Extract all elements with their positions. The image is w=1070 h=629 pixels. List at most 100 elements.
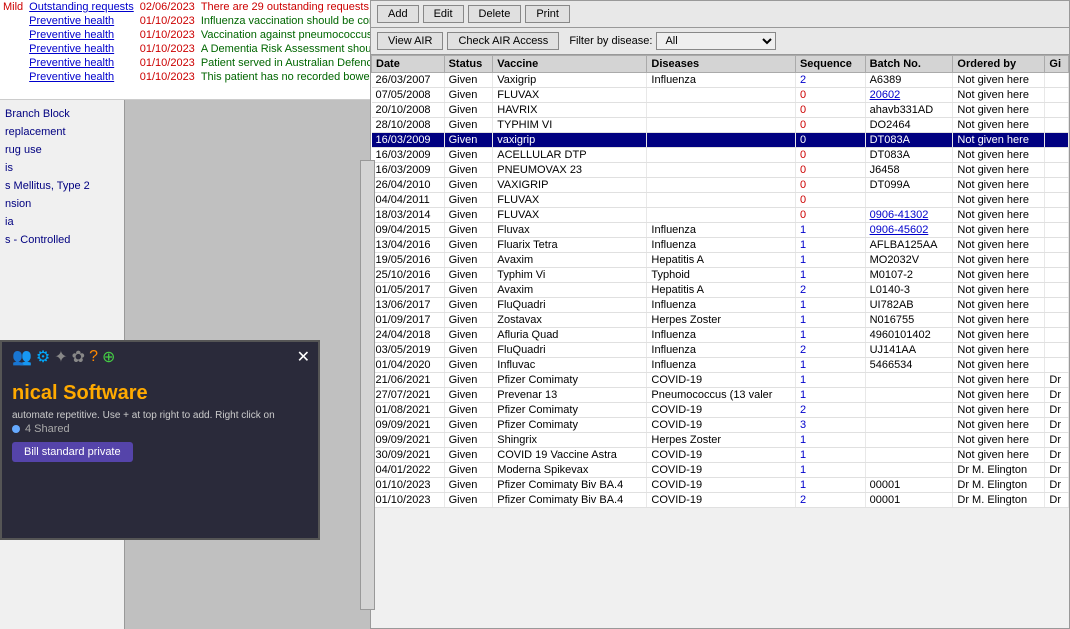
alert-type[interactable]: Preventive health xyxy=(26,42,137,56)
col-header-sequence[interactable]: Sequence xyxy=(795,56,865,73)
vaccine-row[interactable]: 26/04/2010 Given VAXIGRIP 0 DT099A Not g… xyxy=(372,178,1069,193)
vaccine-batch: AFLBA125AA xyxy=(865,238,953,253)
vaccine-row[interactable]: 09/04/2015 Given Fluvax Influenza 1 0906… xyxy=(372,223,1069,238)
vaccine-row[interactable]: 24/04/2018 Given Afluria Quad Influenza … xyxy=(372,328,1069,343)
vaccine-sequence: 2 xyxy=(795,403,865,418)
vaccine-status: Given xyxy=(444,283,493,298)
col-header-status[interactable]: Status xyxy=(444,56,493,73)
vaccine-row[interactable]: 01/05/2017 Given Avaxim Hepatitis A 2 L0… xyxy=(372,283,1069,298)
alert-type[interactable]: Preventive health xyxy=(26,70,137,84)
vaccine-row[interactable]: 01/09/2017 Given Zostavax Herpes Zoster … xyxy=(372,313,1069,328)
vaccine-row[interactable]: 13/06/2017 Given FluQuadri Influenza 1 U… xyxy=(372,298,1069,313)
vaccine-date: 04/04/2011 xyxy=(372,193,445,208)
close-icon[interactable]: ✕ xyxy=(297,347,310,367)
vaccine-row[interactable]: 27/07/2021 Given Prevenar 13 Pneumococcu… xyxy=(372,388,1069,403)
vaccine-sequence: 0 xyxy=(795,103,865,118)
vaccine-batch: N016755 xyxy=(865,313,953,328)
vaccine-gi xyxy=(1045,343,1069,358)
vaccine-row[interactable]: 01/10/2023 Given Pfizer Comimaty Biv BA.… xyxy=(372,493,1069,508)
sidebar-item-0[interactable]: Branch Block xyxy=(0,105,124,123)
vaccine-row[interactable]: 19/05/2016 Given Avaxim Hepatitis A 1 MO… xyxy=(372,253,1069,268)
vaccine-sequence: 1 xyxy=(795,238,865,253)
vaccine-name: Typhim Vi xyxy=(493,268,647,283)
vaccine-row[interactable]: 21/06/2021 Given Pfizer Comimaty COVID-1… xyxy=(372,373,1069,388)
alert-type[interactable]: Preventive health xyxy=(26,28,137,42)
vaccine-row[interactable]: 20/10/2008 Given HAVRIX 0 ahavb331AD Not… xyxy=(372,103,1069,118)
vaccine-row[interactable]: 25/10/2016 Given Typhim Vi Typhoid 1 M01… xyxy=(372,268,1069,283)
sidebar-item-1[interactable]: replacement xyxy=(0,123,124,141)
vertical-scrollbar[interactable] xyxy=(360,160,375,610)
vaccine-row[interactable]: 13/04/2016 Given Fluarix Tetra Influenza… xyxy=(372,238,1069,253)
vaccine-date: 03/05/2019 xyxy=(372,343,445,358)
vaccine-name: FluQuadri xyxy=(493,298,647,313)
vaccine-row[interactable]: 09/09/2021 Given Shingrix Herpes Zoster … xyxy=(372,433,1069,448)
vaccine-batch: DO2464 xyxy=(865,118,953,133)
sidebar-item-4[interactable]: s Mellitus, Type 2 xyxy=(0,177,124,195)
vaccine-diseases: Hepatitis A xyxy=(647,283,796,298)
alert-type[interactable]: Outstanding requests xyxy=(26,0,137,14)
vaccine-table-container[interactable]: DateStatusVaccineDiseasesSequenceBatch N… xyxy=(371,55,1069,616)
vaccine-row[interactable]: 16/03/2009 Given PNEUMOVAX 23 0 J6458 No… xyxy=(372,163,1069,178)
vaccine-diseases: COVID-19 xyxy=(647,373,796,388)
vaccine-date: 20/10/2008 xyxy=(372,103,445,118)
add-button[interactable]: Add xyxy=(377,5,419,23)
vaccine-gi xyxy=(1045,268,1069,283)
check-air-button[interactable]: Check AIR Access xyxy=(447,32,559,50)
vaccine-row[interactable]: 07/05/2008 Given FLUVAX 0 20602 Not give… xyxy=(372,88,1069,103)
vaccine-row[interactable]: 18/03/2014 Given FLUVAX 0 0906-41302 Not… xyxy=(372,208,1069,223)
col-header-date[interactable]: Date xyxy=(372,56,445,73)
vaccine-batch: 4960101402 xyxy=(865,328,953,343)
help-icon[interactable]: ? xyxy=(89,348,98,366)
bill-standard-private-button[interactable]: Bill standard private xyxy=(12,442,133,462)
sidebar-item-3[interactable]: is xyxy=(0,159,124,177)
view-air-button[interactable]: View AIR xyxy=(377,32,443,50)
vaccine-name: Avaxim xyxy=(493,253,647,268)
vaccine-row[interactable]: 01/04/2020 Given Influvac Influenza 1 54… xyxy=(372,358,1069,373)
col-header-batch-no.[interactable]: Batch No. xyxy=(865,56,953,73)
vaccine-status: Given xyxy=(444,133,493,148)
vaccine-gi: Dr xyxy=(1045,448,1069,463)
print-button[interactable]: Print xyxy=(525,5,570,23)
alert-type[interactable]: Preventive health xyxy=(26,14,137,28)
vaccine-diseases: COVID-19 xyxy=(647,493,796,508)
vaccine-row[interactable]: 01/10/2023 Given Pfizer Comimaty Biv BA.… xyxy=(372,478,1069,493)
vaccine-batch: 5466534 xyxy=(865,358,953,373)
vaccine-row[interactable]: 03/05/2019 Given FluQuadri Influenza 2 U… xyxy=(372,343,1069,358)
delete-button[interactable]: Delete xyxy=(468,5,522,23)
vaccine-diseases: Typhoid xyxy=(647,268,796,283)
col-header-vaccine[interactable]: Vaccine xyxy=(493,56,647,73)
alert-type[interactable]: Preventive health xyxy=(26,56,137,70)
vaccine-batch: M0107-2 xyxy=(865,268,953,283)
vaccine-date: 26/04/2010 xyxy=(372,178,445,193)
vaccine-row[interactable]: 01/08/2021 Given Pfizer Comimaty COVID-1… xyxy=(372,403,1069,418)
dark-panel-subtitle: automate repetitive. Use + at top right … xyxy=(2,410,318,421)
col-header-gi[interactable]: Gi xyxy=(1045,56,1069,73)
vaccine-date: 01/09/2017 xyxy=(372,313,445,328)
vaccine-row[interactable]: 26/03/2007 Given Vaxigrip Influenza 2 A6… xyxy=(372,73,1069,88)
vaccine-gi xyxy=(1045,73,1069,88)
vaccine-row[interactable]: 04/04/2011 Given FLUVAX 0 Not given here xyxy=(372,193,1069,208)
vaccine-batch xyxy=(865,193,953,208)
vaccine-name: HAVRIX xyxy=(493,103,647,118)
shared-info: 4 Shared xyxy=(2,421,318,437)
vaccine-sequence: 1 xyxy=(795,313,865,328)
vaccine-row[interactable]: 28/10/2008 Given TYPHIM VI 0 DO2464 Not … xyxy=(372,118,1069,133)
vaccine-row[interactable]: 09/09/2021 Given Pfizer Comimaty COVID-1… xyxy=(372,418,1069,433)
vaccine-row[interactable]: 16/03/2009 Given ACELLULAR DTP 0 DT083A … xyxy=(372,148,1069,163)
sidebar-item-6[interactable]: ia xyxy=(0,213,124,231)
sidebar-item-5[interactable]: nsion xyxy=(0,195,124,213)
edit-button[interactable]: Edit xyxy=(423,5,464,23)
vaccine-row[interactable]: 04/01/2022 Given Moderna Spikevax COVID-… xyxy=(372,463,1069,478)
plus-icon[interactable]: ⊕ xyxy=(102,347,115,367)
vaccine-table: DateStatusVaccineDiseasesSequenceBatch N… xyxy=(371,55,1069,508)
vaccine-date: 18/03/2014 xyxy=(372,208,445,223)
sidebar-item-2[interactable]: rug use xyxy=(0,141,124,159)
sidebar-item-7[interactable]: s - Controlled xyxy=(0,231,124,249)
vaccine-row[interactable]: 30/09/2021 Given COVID 19 Vaccine Astra … xyxy=(372,448,1069,463)
vaccine-batch: UJ141AA xyxy=(865,343,953,358)
col-header-diseases[interactable]: Diseases xyxy=(647,56,796,73)
filter-disease-select[interactable]: All COVID-19 Influenza Hepatitis A Herpe… xyxy=(656,32,776,50)
vaccine-name: Prevenar 13 xyxy=(493,388,647,403)
vaccine-row[interactable]: 16/03/2009 Given vaxigrip 0 DT083A Not g… xyxy=(372,133,1069,148)
col-header-ordered-by[interactable]: Ordered by xyxy=(953,56,1045,73)
